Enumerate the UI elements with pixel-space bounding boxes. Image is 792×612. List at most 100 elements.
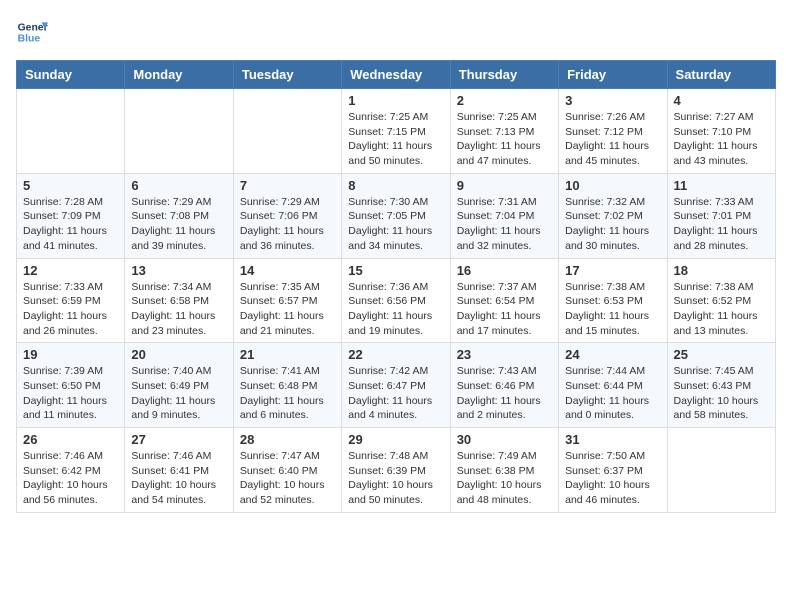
calendar-table: SundayMondayTuesdayWednesdayThursdayFrid…	[16, 60, 776, 513]
day-info: Sunrise: 7:37 AM Sunset: 6:54 PM Dayligh…	[457, 280, 552, 339]
day-cell-25: 25 Sunrise: 7:45 AM Sunset: 6:43 PM Dayli…	[667, 343, 775, 428]
page-header: General Blue	[16, 16, 776, 48]
day-number: 13	[131, 263, 226, 278]
day-cell-4: 4 Sunrise: 7:27 AM Sunset: 7:10 PM Daylig…	[667, 89, 775, 174]
day-info: Sunrise: 7:29 AM Sunset: 7:06 PM Dayligh…	[240, 195, 335, 254]
day-number: 8	[348, 178, 443, 193]
day-cell-30: 30 Sunrise: 7:49 AM Sunset: 6:38 PM Dayli…	[450, 428, 558, 513]
day-cell-5: 5Sunrise: 7:28 AM Sunset: 7:09 PM Daylig…	[17, 173, 125, 258]
weekday-header-wednesday: Wednesday	[342, 61, 450, 89]
week-row-4: 19Sunrise: 7:39 AM Sunset: 6:50 PM Dayli…	[17, 343, 776, 428]
empty-cell	[17, 89, 125, 174]
day-number: 3	[565, 93, 660, 108]
day-info: Sunrise: 7:35 AM Sunset: 6:57 PM Dayligh…	[240, 280, 335, 339]
day-number: 31	[565, 432, 660, 447]
day-info: Sunrise: 7:38 AM Sunset: 6:53 PM Dayligh…	[565, 280, 660, 339]
day-cell-28: 28Sunrise: 7:47 AM Sunset: 6:40 PM Dayli…	[233, 428, 341, 513]
day-number: 18	[674, 263, 769, 278]
day-info: Sunrise: 7:49 AM Sunset: 6:38 PM Dayligh…	[457, 449, 552, 508]
day-info: Sunrise: 7:45 AM Sunset: 6:43 PM Dayligh…	[674, 364, 769, 423]
day-number: 15	[348, 263, 443, 278]
day-cell-23: 23 Sunrise: 7:43 AM Sunset: 6:46 PM Dayli…	[450, 343, 558, 428]
day-info: Sunrise: 7:29 AM Sunset: 7:08 PM Dayligh…	[131, 195, 226, 254]
day-cell-24: 24 Sunrise: 7:44 AM Sunset: 6:44 PM Dayli…	[559, 343, 667, 428]
weekday-header-sunday: Sunday	[17, 61, 125, 89]
day-cell-19: 19Sunrise: 7:39 AM Sunset: 6:50 PM Dayli…	[17, 343, 125, 428]
week-row-3: 12 Sunrise: 7:33 AM Sunset: 6:59 PM Dayli…	[17, 258, 776, 343]
day-cell-27: 27 Sunrise: 7:46 AM Sunset: 6:41 PM Dayli…	[125, 428, 233, 513]
svg-text:Blue: Blue	[18, 34, 41, 45]
day-cell-16: 16 Sunrise: 7:37 AM Sunset: 6:54 PM Dayli…	[450, 258, 558, 343]
day-number: 22	[348, 347, 443, 362]
day-cell-15: 15 Sunrise: 7:36 AM Sunset: 6:56 PM Dayli…	[342, 258, 450, 343]
day-number: 23	[457, 347, 552, 362]
day-number: 4	[674, 93, 769, 108]
weekday-header-row: SundayMondayTuesdayWednesdayThursdayFrid…	[17, 61, 776, 89]
week-row-2: 5Sunrise: 7:28 AM Sunset: 7:09 PM Daylig…	[17, 173, 776, 258]
day-cell-8: 8 Sunrise: 7:30 AM Sunset: 7:05 PM Daylig…	[342, 173, 450, 258]
day-info: Sunrise: 7:48 AM Sunset: 6:39 PM Dayligh…	[348, 449, 443, 508]
day-number: 10	[565, 178, 660, 193]
weekday-header-monday: Monday	[125, 61, 233, 89]
day-info: Sunrise: 7:25 AM Sunset: 7:15 PM Dayligh…	[348, 110, 443, 169]
week-row-1: 1 Sunrise: 7:25 AM Sunset: 7:15 PM Daylig…	[17, 89, 776, 174]
day-info: Sunrise: 7:44 AM Sunset: 6:44 PM Dayligh…	[565, 364, 660, 423]
day-info: Sunrise: 7:33 AM Sunset: 7:01 PM Dayligh…	[674, 195, 769, 254]
day-number: 14	[240, 263, 335, 278]
weekday-header-thursday: Thursday	[450, 61, 558, 89]
day-cell-12: 12 Sunrise: 7:33 AM Sunset: 6:59 PM Dayli…	[17, 258, 125, 343]
day-number: 17	[565, 263, 660, 278]
day-number: 21	[240, 347, 335, 362]
day-cell-1: 1 Sunrise: 7:25 AM Sunset: 7:15 PM Daylig…	[342, 89, 450, 174]
day-number: 27	[131, 432, 226, 447]
empty-cell	[125, 89, 233, 174]
day-info: Sunrise: 7:46 AM Sunset: 6:42 PM Dayligh…	[23, 449, 118, 508]
day-number: 7	[240, 178, 335, 193]
day-info: Sunrise: 7:34 AM Sunset: 6:58 PM Dayligh…	[131, 280, 226, 339]
weekday-header-tuesday: Tuesday	[233, 61, 341, 89]
day-number: 16	[457, 263, 552, 278]
day-cell-18: 18 Sunrise: 7:38 AM Sunset: 6:52 PM Dayli…	[667, 258, 775, 343]
logo: General Blue	[16, 16, 48, 48]
day-info: Sunrise: 7:33 AM Sunset: 6:59 PM Dayligh…	[23, 280, 118, 339]
day-number: 9	[457, 178, 552, 193]
week-row-5: 26Sunrise: 7:46 AM Sunset: 6:42 PM Dayli…	[17, 428, 776, 513]
day-number: 24	[565, 347, 660, 362]
weekday-header-friday: Friday	[559, 61, 667, 89]
day-cell-29: 29 Sunrise: 7:48 AM Sunset: 6:39 PM Dayli…	[342, 428, 450, 513]
day-info: Sunrise: 7:25 AM Sunset: 7:13 PM Dayligh…	[457, 110, 552, 169]
day-info: Sunrise: 7:43 AM Sunset: 6:46 PM Dayligh…	[457, 364, 552, 423]
day-cell-22: 22 Sunrise: 7:42 AM Sunset: 6:47 PM Dayli…	[342, 343, 450, 428]
day-info: Sunrise: 7:36 AM Sunset: 6:56 PM Dayligh…	[348, 280, 443, 339]
empty-cell	[233, 89, 341, 174]
day-cell-9: 9Sunrise: 7:31 AM Sunset: 7:04 PM Daylig…	[450, 173, 558, 258]
day-info: Sunrise: 7:40 AM Sunset: 6:49 PM Dayligh…	[131, 364, 226, 423]
day-number: 1	[348, 93, 443, 108]
day-info: Sunrise: 7:30 AM Sunset: 7:05 PM Dayligh…	[348, 195, 443, 254]
day-number: 29	[348, 432, 443, 447]
day-number: 5	[23, 178, 118, 193]
day-cell-11: 11Sunrise: 7:33 AM Sunset: 7:01 PM Dayli…	[667, 173, 775, 258]
day-info: Sunrise: 7:46 AM Sunset: 6:41 PM Dayligh…	[131, 449, 226, 508]
day-number: 6	[131, 178, 226, 193]
day-cell-20: 20 Sunrise: 7:40 AM Sunset: 6:49 PM Dayli…	[125, 343, 233, 428]
day-cell-6: 6 Sunrise: 7:29 AM Sunset: 7:08 PM Daylig…	[125, 173, 233, 258]
day-number: 30	[457, 432, 552, 447]
day-number: 12	[23, 263, 118, 278]
day-info: Sunrise: 7:26 AM Sunset: 7:12 PM Dayligh…	[565, 110, 660, 169]
day-cell-31: 31Sunrise: 7:50 AM Sunset: 6:37 PM Dayli…	[559, 428, 667, 513]
day-info: Sunrise: 7:38 AM Sunset: 6:52 PM Dayligh…	[674, 280, 769, 339]
day-info: Sunrise: 7:27 AM Sunset: 7:10 PM Dayligh…	[674, 110, 769, 169]
day-cell-21: 21Sunrise: 7:41 AM Sunset: 6:48 PM Dayli…	[233, 343, 341, 428]
day-info: Sunrise: 7:42 AM Sunset: 6:47 PM Dayligh…	[348, 364, 443, 423]
day-number: 25	[674, 347, 769, 362]
day-number: 28	[240, 432, 335, 447]
weekday-header-saturday: Saturday	[667, 61, 775, 89]
day-cell-10: 10 Sunrise: 7:32 AM Sunset: 7:02 PM Dayli…	[559, 173, 667, 258]
day-cell-3: 3 Sunrise: 7:26 AM Sunset: 7:12 PM Daylig…	[559, 89, 667, 174]
day-number: 20	[131, 347, 226, 362]
day-info: Sunrise: 7:32 AM Sunset: 7:02 PM Dayligh…	[565, 195, 660, 254]
day-cell-7: 7 Sunrise: 7:29 AM Sunset: 7:06 PM Daylig…	[233, 173, 341, 258]
day-cell-26: 26Sunrise: 7:46 AM Sunset: 6:42 PM Dayli…	[17, 428, 125, 513]
day-cell-13: 13 Sunrise: 7:34 AM Sunset: 6:58 PM Dayli…	[125, 258, 233, 343]
